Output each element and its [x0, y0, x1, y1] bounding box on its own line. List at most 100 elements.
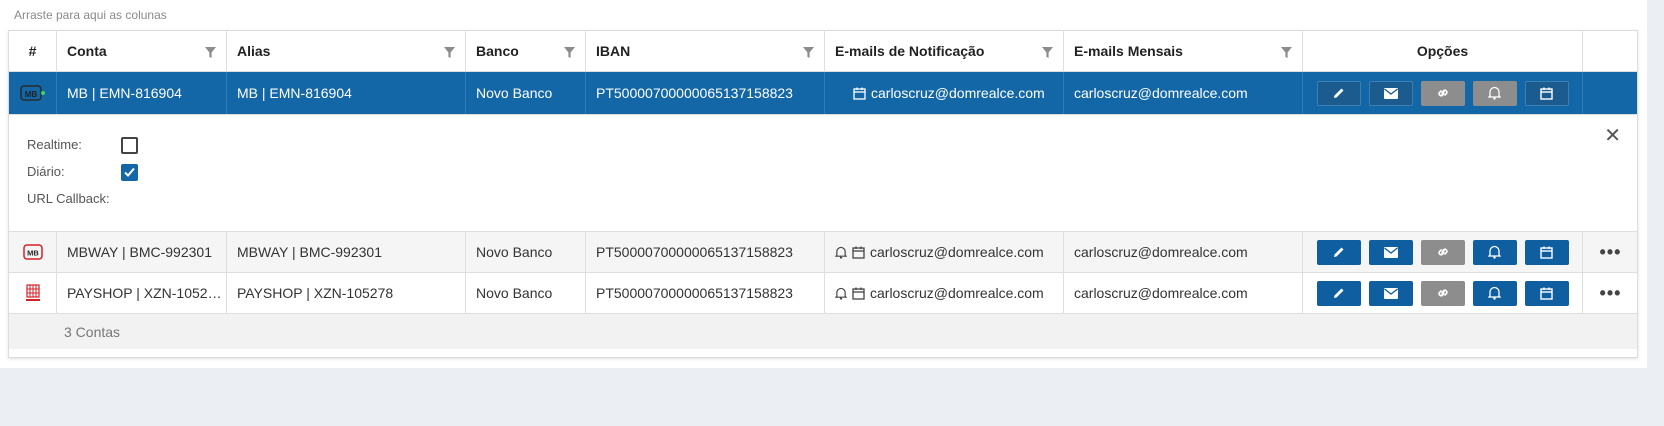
col-header-iban[interactable]: IBAN: [586, 31, 825, 71]
col-header-banco[interactable]: Banco: [466, 31, 586, 71]
cell-conta: PAYSHOP | XZN-1052…: [57, 273, 227, 313]
envelope-icon: [1383, 87, 1398, 99]
cell-email-notificacao: carloscruz@domrealce.com: [825, 72, 1064, 114]
edit-button[interactable]: [1316, 239, 1361, 265]
calendar-button[interactable]: [1524, 80, 1569, 106]
cell-conta: MB | EMN-816904: [57, 72, 227, 114]
mb-logo-icon: MB: [19, 85, 45, 101]
filter-icon[interactable]: [564, 47, 575, 58]
group-by-hint: Arraste para aqui as colunas: [14, 8, 167, 22]
cell-banco: Novo Banco: [466, 273, 586, 313]
col-header-emails-notificacao[interactable]: E-mails de Notificação: [825, 31, 1064, 71]
bell-button[interactable]: [1472, 280, 1517, 306]
filter-icon[interactable]: [803, 47, 814, 58]
calendar-icon: [853, 87, 866, 100]
row-detail-panel: Realtime: Diário: URL Callback: ✕: [9, 115, 1637, 232]
link-button[interactable]: [1420, 239, 1465, 265]
table-row[interactable]: MB MB | EMN-816904 MB | EMN-816904 Novo …: [9, 72, 1637, 115]
calendar-button[interactable]: [1524, 280, 1569, 306]
col-header-label: IBAN: [596, 43, 631, 59]
svg-text:MB: MB: [24, 90, 37, 99]
edit-icon: [1333, 88, 1343, 98]
row-logo-cell: MB: [9, 72, 57, 114]
grid-footer-count: 3 Contas: [9, 314, 1637, 349]
email-value: carloscruz@domrealce.com: [870, 285, 1044, 301]
link-button[interactable]: [1420, 280, 1465, 306]
link-icon: [1437, 248, 1448, 256]
filter-icon[interactable]: [1281, 47, 1292, 58]
cell-alias: MB | EMN-816904: [227, 72, 466, 114]
edit-icon: [1333, 288, 1343, 298]
cell-alias: PAYSHOP | XZN-105278: [227, 273, 466, 313]
realtime-label: Realtime:: [27, 137, 82, 152]
col-header-label: Banco: [476, 43, 519, 59]
more-options-icon[interactable]: •••: [1583, 273, 1638, 313]
calendar-button[interactable]: [1524, 239, 1569, 265]
col-header-emails-mensais[interactable]: E-mails Mensais: [1064, 31, 1303, 71]
cell-iban: PT50000700000065137158823: [586, 72, 825, 114]
close-icon[interactable]: ✕: [1604, 123, 1621, 148]
url-callback-label: URL Callback:: [27, 191, 110, 206]
row-actions-cell: [1583, 72, 1638, 114]
col-header-label: E-mails Mensais: [1074, 43, 1183, 59]
options-cell: [1303, 72, 1583, 114]
edit-button[interactable]: [1316, 280, 1361, 306]
row-logo-cell: [9, 273, 57, 313]
calendar-icon: [1540, 246, 1553, 259]
link-icon: [1437, 89, 1448, 97]
calendar-icon: [852, 246, 865, 259]
envelope-icon: [1383, 287, 1398, 299]
bell-button[interactable]: [1472, 80, 1517, 106]
row-logo-cell: MB: [9, 232, 57, 272]
cell-alias: MBWAY | BMC-992301: [227, 232, 466, 272]
col-header-conta[interactable]: Conta: [57, 31, 227, 71]
diario-label: Diário:: [27, 164, 65, 179]
email-button[interactable]: [1368, 280, 1413, 306]
edit-button[interactable]: [1316, 80, 1361, 106]
mbway-logo-icon: MB: [22, 244, 43, 260]
bell-icon: [1488, 245, 1501, 259]
filter-icon[interactable]: [1042, 47, 1053, 58]
cell-email-mensal: carloscruz@domrealce.com: [1064, 232, 1303, 272]
options-cell: [1303, 273, 1583, 313]
link-icon: [1437, 289, 1448, 297]
envelope-icon: [1383, 246, 1398, 258]
col-header-label: Conta: [67, 43, 107, 59]
bell-icon: [835, 246, 847, 259]
calendar-icon: [1540, 87, 1553, 100]
cell-email-notificacao: carloscruz@domrealce.com: [825, 273, 1064, 313]
cell-banco: Novo Banco: [466, 72, 586, 114]
col-header-index: #: [9, 31, 57, 71]
grid-panel: Arraste para aqui as colunas # Conta Ali…: [0, 0, 1647, 368]
cell-email-mensal: carloscruz@domrealce.com: [1064, 273, 1303, 313]
bell-button[interactable]: [1472, 239, 1517, 265]
more-options-icon[interactable]: •••: [1583, 232, 1638, 272]
col-header-actions: [1583, 31, 1638, 71]
cell-conta: MBWAY | BMC-992301: [57, 232, 227, 272]
col-header-opcoes: Opções: [1303, 31, 1583, 71]
cell-iban: PT50000700000065137158823: [586, 273, 825, 313]
filter-icon[interactable]: [205, 47, 216, 58]
options-cell: [1303, 232, 1583, 272]
email-button[interactable]: [1368, 239, 1413, 265]
bell-icon: [1488, 86, 1501, 100]
cell-banco: Novo Banco: [466, 232, 586, 272]
link-button[interactable]: [1420, 80, 1465, 106]
bell-icon: [1488, 286, 1501, 300]
email-value: carloscruz@domrealce.com: [871, 85, 1045, 101]
diario-checkbox[interactable]: [121, 164, 138, 181]
accounts-grid: # Conta Alias Banco IBAN E-mails de Noti…: [8, 30, 1638, 358]
email-button[interactable]: [1368, 80, 1413, 106]
bell-icon: [835, 287, 847, 300]
calendar-icon: [1540, 287, 1553, 300]
filter-icon[interactable]: [444, 47, 455, 58]
cell-email-notificacao: carloscruz@domrealce.com: [825, 232, 1064, 272]
table-row[interactable]: PAYSHOP | XZN-1052… PAYSHOP | XZN-105278…: [9, 273, 1637, 314]
table-row[interactable]: MB MBWAY | BMC-992301 MBWAY | BMC-992301…: [9, 232, 1637, 273]
realtime-checkbox[interactable]: [121, 137, 138, 154]
payshop-logo-icon: [25, 284, 40, 301]
email-value: carloscruz@domrealce.com: [870, 244, 1044, 260]
col-header-alias[interactable]: Alias: [227, 31, 466, 71]
svg-text:MB: MB: [27, 249, 39, 258]
grid-header: # Conta Alias Banco IBAN E-mails de Noti…: [9, 31, 1637, 72]
